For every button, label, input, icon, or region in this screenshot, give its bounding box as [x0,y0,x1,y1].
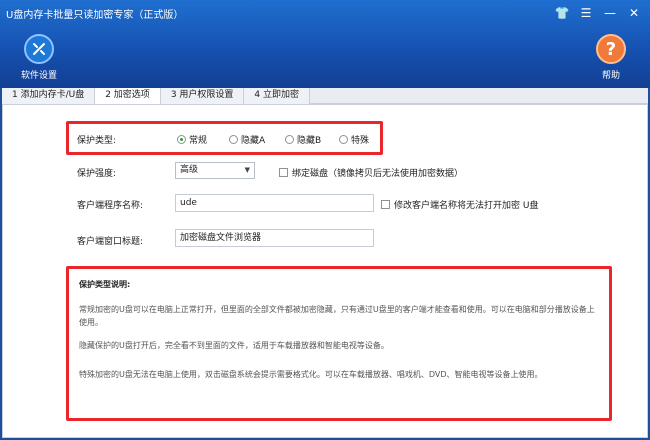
description-hidden: 隐藏保护的U盘打开后，完全看不到里面的文件，适用于车载播放器和智能电视等设备。 [79,341,389,350]
help-button[interactable]: ? 帮助 [586,34,636,81]
client-name-input[interactable]: ude [175,194,374,212]
strength-label: 保护强度: [77,169,117,179]
close-icon[interactable]: ✕ [624,5,644,21]
checkbox-icon [381,200,390,209]
question-icon: ? [596,34,626,64]
radio-icon [229,135,238,144]
settings-label: 软件设置 [20,71,57,81]
radio-hidden-b[interactable]: 隐藏B [285,133,321,146]
window-title-label: 客户端窗口标题: [77,237,144,247]
settings-button[interactable]: 软件设置 [14,34,64,81]
protect-type-label: 保护类型: [77,136,117,146]
skin-icon[interactable]: 👕 [552,5,572,21]
radio-normal[interactable]: 常规 [177,133,207,146]
radio-hidden-a-label: 隐藏A [241,136,266,146]
tab-bar: 1 添加内存卡/U盘 2 加密选项 3 用户权限设置 4 立即加密 [2,88,648,104]
radio-normal-label: 常规 [189,136,208,146]
tab-encrypt-options[interactable]: 2 加密选项 [95,88,161,104]
encrypt-options-panel: 保护类型: 常规 隐藏A 隐藏B 特殊 保护强度: 高级 ▼ 绑定磁盘（镜像拷贝… [2,104,648,438]
menu-icon[interactable]: ☰ [576,5,596,21]
radio-hidden-a[interactable]: 隐藏A [229,133,265,146]
modify-client-label: 修改客户端名称将无法打开加密 U盘 [394,201,539,211]
radio-hidden-b-label: 隐藏B [297,136,322,146]
strength-select[interactable]: 高级 ▼ [175,162,255,179]
bind-disk-checkbox[interactable]: 绑定磁盘（镜像拷贝后无法使用加密数据） [279,166,463,179]
tab-encrypt-now[interactable]: 4 立即加密 [244,88,310,104]
protect-type-description: 保护类型说明: 常规加密的U盘可以在电脑上正常打开，但里面的全部文件都被加密隐藏… [66,266,612,421]
tools-icon [24,34,54,64]
radio-icon [285,135,294,144]
chevron-down-icon: ▼ [244,166,250,174]
client-name-label: 客户端程序名称: [77,201,144,211]
description-special: 特殊加密的U盘无法在电脑上使用，双击磁盘系统会提示需要格式化。可以在车载播放器、… [79,370,543,379]
radio-icon [339,135,348,144]
tab-user-permissions[interactable]: 3 用户权限设置 [160,88,245,104]
checkbox-icon [279,168,288,177]
minimize-icon[interactable]: — [600,5,620,21]
window-controls: 👕 ☰ — ✕ [552,5,644,21]
modify-client-checkbox[interactable]: 修改客户端名称将无法打开加密 U盘 [381,198,538,211]
bind-disk-label: 绑定磁盘（镜像拷贝后无法使用加密数据） [292,169,464,179]
tab-add-card[interactable]: 1 添加内存卡/U盘 [2,88,96,104]
radio-selected-icon [177,135,186,144]
window-title: U盘内存卡批量只读加密专家（正式版） [6,10,184,21]
radio-special-label: 特殊 [351,136,370,146]
title-bar: U盘内存卡批量只读加密专家（正式版） 👕 ☰ — ✕ 软件设置 ? 帮助 [0,0,650,88]
window-title-input[interactable]: 加密磁盘文件浏览器 [175,229,374,247]
radio-special[interactable]: 特殊 [339,133,369,146]
strength-value: 高级 [180,165,199,175]
description-heading: 保护类型说明: [79,280,131,289]
help-label: 帮助 [601,71,620,81]
description-normal: 常规加密的U盘可以在电脑上正常打开，但里面的全部文件都被加密隐藏，只有通过U盘里… [79,305,595,327]
